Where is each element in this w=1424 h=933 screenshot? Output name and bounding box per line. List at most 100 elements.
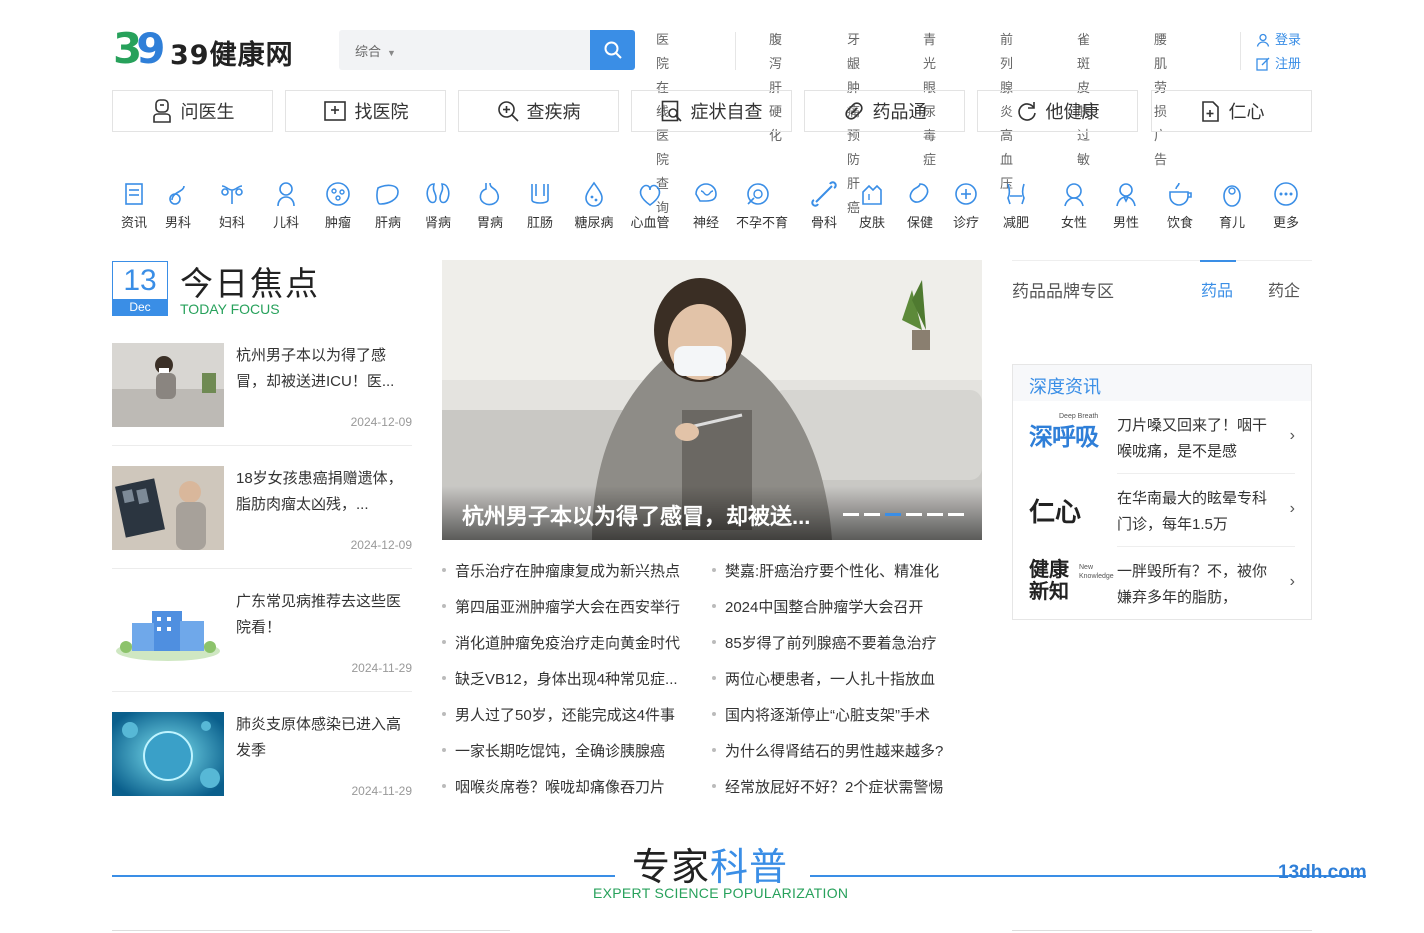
category-skin[interactable]: 皮肤 [850,180,894,231]
deep-news-item[interactable]: 深呼吸 Deep Breath 刀片嗓又回来了！咽干喉咙痛，是不是感 › [1029,401,1295,474]
search-scope-select[interactable]: 综合 ▼ [355,41,396,60]
news-thumbnail[interactable] [112,589,224,673]
category-label: 胃病 [476,215,503,230]
category-label: 肿瘤 [324,215,351,230]
category-news[interactable]: 资讯 [112,180,156,231]
category-label: 减肥 [1002,215,1029,230]
deep-news-text[interactable]: 一胖毁所有？不，被你嫌弃多年的脂肪， [1117,559,1267,611]
category-label: 心血管 [630,215,670,230]
chevron-right-icon[interactable]: › [1290,427,1295,445]
news-thumbnail[interactable] [112,343,224,427]
category-care[interactable]: 保健 [898,180,942,231]
category-infertility[interactable]: 不孕不育 [736,180,788,231]
headline-item[interactable]: 消化道肿瘤免疫治疗走向黄金时代 [442,632,702,653]
headline-item[interactable]: 为什么得肾结石的男性越来越多? [712,740,972,761]
focus-news-item[interactable]: 18岁女孩患癌捐赠遗体，脂肪肉瘤太凶残，... 2024-12-09 [112,466,412,576]
category-kidney[interactable]: 肾病 [416,180,460,231]
focus-title: 今日焦点 [180,265,320,302]
quick-link[interactable]: 雀斑 [1077,28,1090,76]
news-title[interactable]: 18岁女孩患癌捐赠遗体，脂肪肉瘤太凶残，... [236,466,412,518]
expert-section-subtitle: EXPERT SCIENCE POPULARIZATION [593,885,849,901]
category-diabetes[interactable]: 糖尿病 [572,180,616,231]
date-month: Dec [113,299,167,316]
register-link[interactable]: 注册 [1256,52,1301,76]
news-date: 2024-11-29 [351,784,413,798]
category-food[interactable]: 饮食 [1158,180,1202,231]
hospital-icon [323,101,346,121]
nav-disease-lookup[interactable]: 查疾病 [458,90,619,132]
deep-news-text[interactable]: 在华南最大的眩晕专科门诊，每年1.5万 [1117,486,1267,538]
login-link[interactable]: 登录 [1256,28,1301,52]
headline-item[interactable]: 音乐治疗在肿瘤康复成为新兴热点 [442,560,702,581]
deep-news-text[interactable]: 刀片嗓又回来了！咽干喉咙痛，是不是感 [1117,413,1267,465]
category-female[interactable]: 女性 [1052,180,1096,231]
category-anus[interactable]: 肛肠 [518,180,562,231]
tab-company[interactable]: 药企 [1268,277,1300,301]
deep-news-item[interactable]: 仁心 在华南最大的眩晕专科门诊，每年1.5万 › [1029,474,1295,547]
deep-news-item[interactable]: 健康新知 New Knowledge 一胖毁所有？不，被你嫌弃多年的脂肪， › [1029,547,1295,620]
chevron-right-icon[interactable]: › [1290,573,1295,591]
quick-link[interactable]: 腹泻 [769,28,782,76]
focus-news-item[interactable]: 肺炎支原体感染已进入高发季 2024-11-29 [112,712,412,822]
carousel-dot[interactable] [948,513,964,516]
headline-item[interactable]: 缺乏VB12，身体出现4种常见症... [442,668,702,689]
nav-ask-doctor[interactable]: 问医生 [112,90,273,132]
headline-item[interactable]: 咽喉炎席卷？喉咙却痛像吞刀片 [442,776,702,797]
health-knowledge-logo: 健康新知 New Knowledge [1029,559,1114,603]
category-man[interactable]: 男性 [1104,180,1148,231]
category-liver[interactable]: 肝病 [366,180,410,231]
tab-drug[interactable]: 药品 [1199,260,1237,301]
search-button[interactable] [590,30,635,70]
chevron-right-icon[interactable]: › [1290,500,1295,518]
category-kids[interactable]: 儿科 [264,180,308,231]
carousel-dot[interactable] [927,513,943,516]
site-logo[interactable]: 39 39健康网 [113,26,298,72]
headline-item[interactable]: 第四届亚洲肿瘤学大会在西安举行 [442,596,702,617]
bone-icon [811,181,837,207]
headline-item[interactable]: 男人过了50岁，还能完成这4件事 [442,704,702,725]
focus-news-item[interactable]: 广东常见病推荐去这些医院看！ 2024-11-29 [112,589,412,699]
category-stomach[interactable]: 胃病 [468,180,512,231]
nav-symptom-check[interactable]: 症状自查 [631,90,792,132]
news-thumbnail[interactable] [112,712,224,796]
carousel-dot-active[interactable] [885,513,901,516]
search-input[interactable] [419,36,584,64]
skin-icon [862,184,882,205]
category-gyn[interactable]: 妇科 [210,180,254,231]
diet-icon [1007,183,1025,205]
carousel-dot[interactable] [906,513,922,516]
category-tumor[interactable]: 肿瘤 [316,180,360,231]
category-diagnosis[interactable]: 诊疗 [944,180,988,231]
headline-item[interactable]: 85岁得了前列腺癌不要着急治疗 [712,632,972,653]
nav-find-hospital[interactable]: 找医院 [285,90,446,132]
carousel-dot[interactable] [864,513,880,516]
headline-item[interactable]: 一家长期吃馄饨，全确诊胰腺癌 [442,740,702,761]
headline-item[interactable]: 国内将逐渐停止“心脏支架”手术 [712,704,972,725]
category-more[interactable]: 更多 [1264,180,1308,231]
news-title[interactable]: 肺炎支原体感染已进入高发季 [236,712,412,764]
deep-news-title: 深度资讯 [1013,365,1311,401]
carousel-dot[interactable] [843,513,859,516]
category-bone[interactable]: 骨科 [802,180,846,231]
category-diet[interactable]: 减肥 [994,180,1038,231]
headline-item[interactable]: 2024中国整合肿瘤学大会召开 [712,596,972,617]
hero-carousel[interactable]: 杭州男子本以为得了感冒，却被送... [442,260,982,540]
category-male[interactable]: 男科 [156,180,200,231]
liver-icon [376,184,399,205]
nav-his-health[interactable]: 他健康 [977,90,1138,132]
news-thumbnail[interactable] [112,466,224,550]
nav-renxin[interactable]: 仁心 [1151,90,1312,132]
headline-item[interactable]: 经常放屁好不好？2个症状需警惕 [712,776,972,797]
news-title[interactable]: 广东常见病推荐去这些医院看！ [236,589,412,641]
hero-caption[interactable]: 杭州男子本以为得了感冒，却被送... [462,499,810,531]
headline-item[interactable]: 樊嘉:肝癌治疗要个性化、精准化 [712,560,972,581]
focus-news-item[interactable]: 杭州男子本以为得了感冒，却被送进ICU！医... 2024-12-09 [112,343,412,453]
nav-drugs[interactable]: 药品通 [804,90,965,132]
category-heart[interactable]: 心血管 [628,180,672,231]
diagnosis-icon [955,183,977,205]
headline-item[interactable]: 两位心梗患者，一人扎十指放血 [712,668,972,689]
category-baby[interactable]: 育儿 [1210,180,1254,231]
news-title[interactable]: 杭州男子本以为得了感冒，却被送进ICU！医... [236,343,412,395]
category-nerve[interactable]: 神经 [684,180,728,231]
watermark: 13dh.com [1278,862,1367,883]
